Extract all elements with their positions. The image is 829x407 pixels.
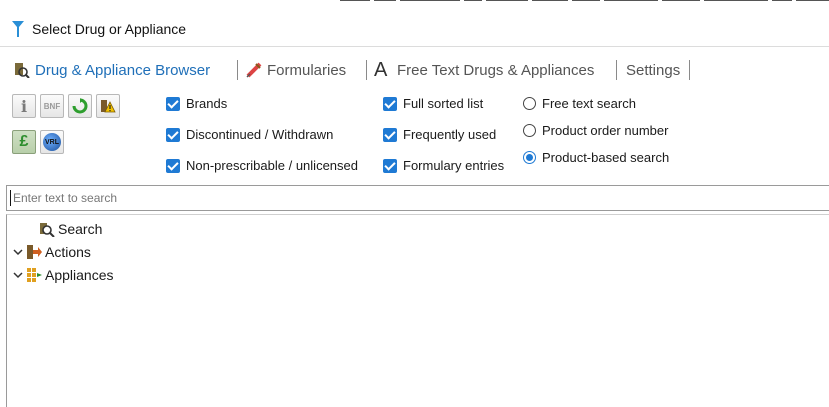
product-order-label: Product order number: [542, 123, 669, 138]
tab-formularies[interactable]: Formularies: [246, 54, 346, 86]
discontinued-label: Discontinued / Withdrawn: [186, 127, 334, 142]
non-prescribable-checkbox[interactable]: Non-prescribable / unlicensed: [166, 158, 358, 173]
tab-divider: [616, 60, 617, 80]
tab-label: Settings: [626, 61, 681, 79]
frequently-used-label: Frequently used: [403, 127, 497, 142]
radio-unselected-icon: [523, 124, 536, 137]
appliances-icon: [27, 268, 42, 282]
search-icon: [40, 223, 55, 237]
search-input[interactable]: [6, 185, 829, 211]
refresh-icon: [72, 98, 88, 114]
filter-panel: i BNF £ VRL Brands Discontinued / Withdr…: [0, 86, 829, 182]
checkbox-checked-icon: [383, 96, 397, 111]
frequently-used-checkbox[interactable]: Frequently used: [383, 127, 496, 142]
tab-label: Free Text Drugs & Appliances: [397, 61, 595, 79]
tab-divider: [366, 60, 367, 80]
warning-icon: [101, 100, 116, 113]
checkbox-checked-icon: [166, 127, 180, 142]
tree-item-appliances[interactable]: Appliances: [13, 267, 114, 283]
letter-a-icon: A: [374, 59, 388, 81]
vrl-button[interactable]: VRL: [40, 130, 64, 154]
non-prescribable-label: Non-prescribable / unlicensed: [186, 158, 358, 173]
drug-tree: Search Actions Appliances: [6, 214, 829, 407]
tab-divider: [689, 60, 690, 80]
pound-button[interactable]: £: [12, 130, 36, 154]
vrl-label: VRL: [45, 138, 59, 146]
dialog-title: Select Drug or Appliance: [32, 21, 187, 37]
tab-divider: [237, 60, 238, 80]
product-based-search-radio[interactable]: Product-based search: [523, 150, 669, 165]
text-caret: [10, 190, 11, 206]
refresh-button[interactable]: [68, 94, 92, 118]
formulary-entries-checkbox[interactable]: Formulary entries: [383, 158, 504, 173]
checkbox-checked-icon: [383, 158, 397, 173]
chevron-down-icon[interactable]: [13, 270, 23, 280]
tree-item-label: Search: [58, 221, 103, 237]
vrl-icon: VRL: [43, 133, 61, 151]
full-sorted-label: Full sorted list: [403, 96, 484, 111]
brands-label: Brands: [186, 96, 228, 111]
radio-selected-icon: [523, 151, 536, 164]
product-based-label: Product-based search: [542, 150, 670, 165]
tab-settings[interactable]: Settings: [626, 54, 680, 86]
tab-drug-appliance-browser[interactable]: Drug & Appliance Browser: [14, 54, 210, 86]
brands-checkbox[interactable]: Brands: [166, 96, 227, 111]
formulary-entries-label: Formulary entries: [403, 158, 505, 173]
actions-icon: [27, 245, 42, 259]
info-icon: i: [20, 96, 28, 116]
tab-bar: Drug & Appliance Browser Formularies A F…: [0, 54, 829, 86]
checkbox-checked-icon: [166, 158, 180, 173]
radio-unselected-icon: [523, 97, 536, 110]
checkbox-checked-icon: [383, 127, 397, 142]
dialog-title-bar[interactable]: Select Drug or Appliance: [0, 12, 829, 47]
info-button[interactable]: i: [12, 94, 36, 118]
bnf-button[interactable]: BNF: [40, 94, 64, 118]
drug-browser-icon: [15, 63, 30, 78]
product-order-number-radio[interactable]: Product order number: [523, 123, 668, 138]
background-window-text: [340, 0, 829, 3]
tab-label: Drug & Appliance Browser: [35, 61, 211, 79]
full-sorted-list-checkbox[interactable]: Full sorted list: [383, 96, 483, 111]
tab-free-text-drugs[interactable]: A Free Text Drugs & Appliances: [374, 54, 594, 86]
app-logo-icon: [12, 21, 24, 37]
tree-item-label: Appliances: [45, 267, 114, 283]
syringe-icon: [246, 62, 262, 78]
tree-item-actions[interactable]: Actions: [13, 244, 91, 260]
tree-item-label: Actions: [45, 244, 91, 260]
free-text-search-radio[interactable]: Free text search: [523, 96, 636, 111]
tab-label: Formularies: [267, 61, 347, 79]
pound-icon: £: [19, 133, 29, 150]
discontinued-checkbox[interactable]: Discontinued / Withdrawn: [166, 127, 333, 142]
warning-button[interactable]: [96, 94, 120, 118]
free-text-search-label: Free text search: [542, 96, 636, 111]
bnf-icon: BNF: [43, 101, 61, 111]
chevron-down-icon[interactable]: [13, 247, 23, 257]
checkbox-checked-icon: [166, 96, 180, 111]
tree-item-search[interactable]: Search: [39, 221, 102, 237]
